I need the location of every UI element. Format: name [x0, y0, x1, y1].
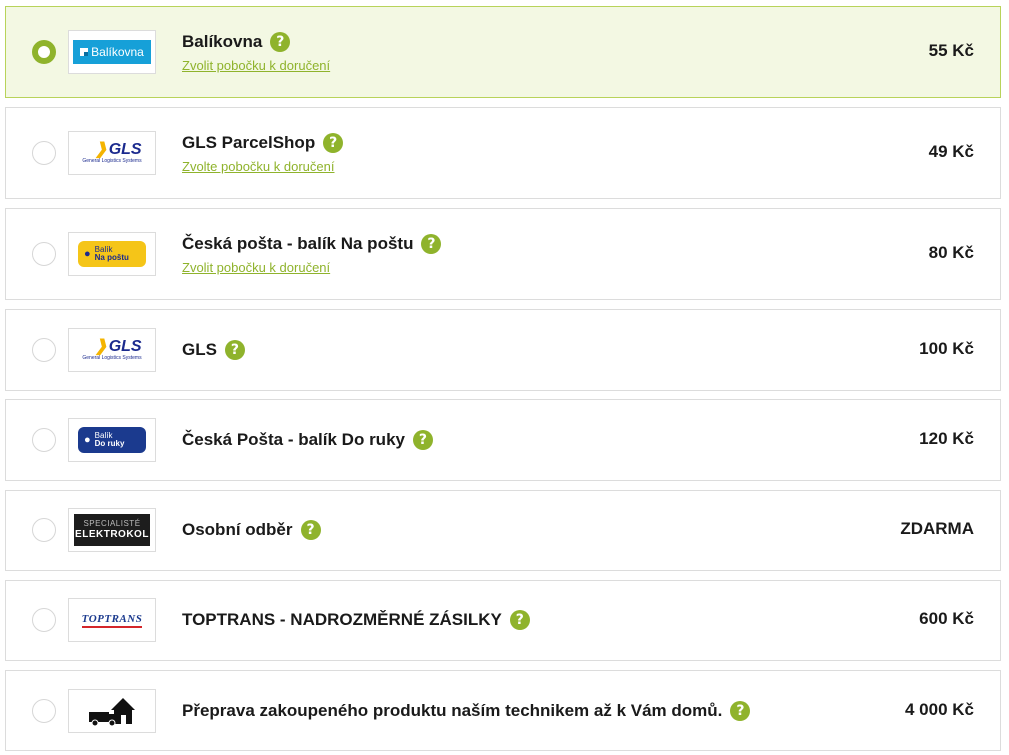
- radio-button[interactable]: [32, 699, 56, 723]
- shipping-options-list: Balíkovna Balíkovna ? Zvolit pobočku k d…: [0, 0, 1009, 755]
- shipping-option-balikovna[interactable]: Balíkovna Balíkovna ? Zvolit pobočku k d…: [5, 6, 1001, 98]
- option-price: 80 Kč: [928, 243, 974, 262]
- option-price: 100 Kč: [919, 339, 974, 358]
- option-title: Balíkovna: [182, 32, 263, 51]
- logo-line2: ELEKTROKOL: [75, 528, 149, 540]
- option-text: GLS ?: [182, 339, 245, 361]
- choose-branch-link[interactable]: Zvolit pobočku k doručení: [182, 58, 330, 73]
- logo-text: GLS: [108, 338, 142, 355]
- van-house-icon: [68, 689, 156, 733]
- carrier-logo-balikovna: Balíkovna: [68, 30, 156, 74]
- ceska-posta-logo: ● Balík Do ruky: [78, 427, 146, 453]
- option-title: Česká Pošta - balík Do ruky: [182, 430, 405, 449]
- shipping-option-ceska-posta-na-postu[interactable]: ● Balík Na poštu Česká pošta - balík Na …: [5, 208, 1001, 300]
- gls-swoosh-icon: ❱: [94, 141, 108, 158]
- option-title: Osobní odběr: [182, 520, 293, 539]
- radio-button[interactable]: [32, 242, 56, 266]
- radio-button[interactable]: [32, 518, 56, 542]
- help-icon[interactable]: ?: [224, 340, 245, 360]
- logo-line2: Do ruky: [94, 439, 125, 448]
- option-title: Česká pošta - balík Na poštu: [182, 234, 414, 253]
- option-price: 49 Kč: [928, 142, 974, 161]
- gls-logo: ❱GLS General Logistics Systems: [82, 142, 141, 164]
- radio-button-selected[interactable]: [32, 40, 56, 64]
- option-text: Česká pošta - balík Na poštu ? Zvolit po…: [182, 233, 442, 275]
- logo-subtext: General Logistics Systems: [82, 158, 142, 164]
- posthorn-icon: ●: [84, 247, 91, 260]
- carrier-logo-toptrans: TOPTRANS: [68, 598, 156, 642]
- logo-text: Balíkovna: [91, 45, 144, 59]
- option-title: TOPTRANS - NADROZMĚRNÉ ZÁSILKY: [182, 610, 502, 629]
- help-icon[interactable]: ?: [270, 32, 291, 52]
- option-title: GLS ParcelShop: [182, 133, 316, 152]
- choose-branch-link[interactable]: Zvolte pobočku k doručení: [182, 159, 343, 174]
- option-price: 4 000 Kč: [905, 700, 974, 719]
- toptrans-logo: TOPTRANS: [81, 613, 143, 628]
- logo-line1: SPECIALISTÉ: [83, 519, 141, 529]
- shipping-option-ceska-posta-do-ruky[interactable]: ● Balík Do ruky Česká Pošta - balík Do r…: [5, 399, 1001, 481]
- shipping-option-gls-parcelshop[interactable]: ❱GLS General Logistics Systems GLS Parce…: [5, 107, 1001, 199]
- radio-button[interactable]: [32, 428, 56, 452]
- shipping-option-gls[interactable]: ❱GLS General Logistics Systems GLS ? 100…: [5, 309, 1001, 391]
- help-icon[interactable]: ?: [421, 234, 442, 254]
- carrier-logo-elektrokol: SPECIALISTÉ ELEKTROKOL: [68, 508, 156, 552]
- help-icon[interactable]: ?: [300, 520, 321, 540]
- carrier-logo-ceska-posta: ● Balík Do ruky: [68, 418, 156, 462]
- logo-subtext: General Logistics Systems: [82, 355, 142, 361]
- option-title: GLS: [182, 340, 217, 359]
- help-icon[interactable]: ?: [509, 610, 530, 630]
- carrier-logo-gls: ❱GLS General Logistics Systems: [68, 328, 156, 372]
- ceska-posta-logo: ● Balík Na poštu: [78, 241, 146, 267]
- gls-logo: ❱GLS General Logistics Systems: [82, 339, 141, 361]
- option-price: ZDARMA: [900, 519, 974, 538]
- option-text: GLS ParcelShop ? Zvolte pobočku k doruče…: [182, 132, 344, 174]
- radio-button[interactable]: [32, 608, 56, 632]
- help-icon[interactable]: ?: [412, 430, 433, 450]
- radio-button[interactable]: [32, 338, 56, 362]
- carrier-logo-ceska-posta: ● Balík Na poštu: [68, 232, 156, 276]
- shipping-option-technician-delivery[interactable]: Přeprava zakoupeného produktu naším tech…: [5, 670, 1001, 751]
- option-text: Česká Pošta - balík Do ruky ?: [182, 429, 433, 451]
- balikovna-mark-icon: [80, 48, 89, 56]
- carrier-logo-gls: ❱GLS General Logistics Systems: [68, 131, 156, 175]
- logo-text: GLS: [108, 141, 142, 158]
- help-icon[interactable]: ?: [730, 701, 751, 721]
- choose-branch-link[interactable]: Zvolit pobočku k doručení: [182, 260, 441, 275]
- option-text: TOPTRANS - NADROZMĚRNÉ ZÁSILKY ?: [182, 609, 530, 631]
- elektrokol-logo: SPECIALISTÉ ELEKTROKOL: [74, 514, 150, 546]
- option-text: Osobní odběr ?: [182, 519, 321, 541]
- option-price: 600 Kč: [919, 609, 974, 628]
- option-title: Přeprava zakoupeného produktu naším tech…: [182, 701, 723, 720]
- logo-line2: Na poštu: [94, 253, 129, 262]
- posthorn-icon: ●: [84, 433, 91, 446]
- balikovna-logo: Balíkovna: [73, 40, 151, 64]
- gls-swoosh-icon: ❱: [94, 338, 108, 355]
- option-price: 55 Kč: [928, 41, 974, 60]
- option-text: Balíkovna ? Zvolit pobočku k doručení: [182, 31, 330, 73]
- shipping-option-osobni-odber[interactable]: SPECIALISTÉ ELEKTROKOL Osobní odběr ? ZD…: [5, 490, 1001, 571]
- option-text: Přeprava zakoupeného produktu naším tech…: [182, 700, 751, 722]
- help-icon[interactable]: ?: [323, 133, 344, 153]
- option-price: 120 Kč: [919, 429, 974, 448]
- radio-button[interactable]: [32, 141, 56, 165]
- shipping-option-toptrans[interactable]: TOPTRANS TOPTRANS - NADROZMĚRNÉ ZÁSILKY …: [5, 580, 1001, 661]
